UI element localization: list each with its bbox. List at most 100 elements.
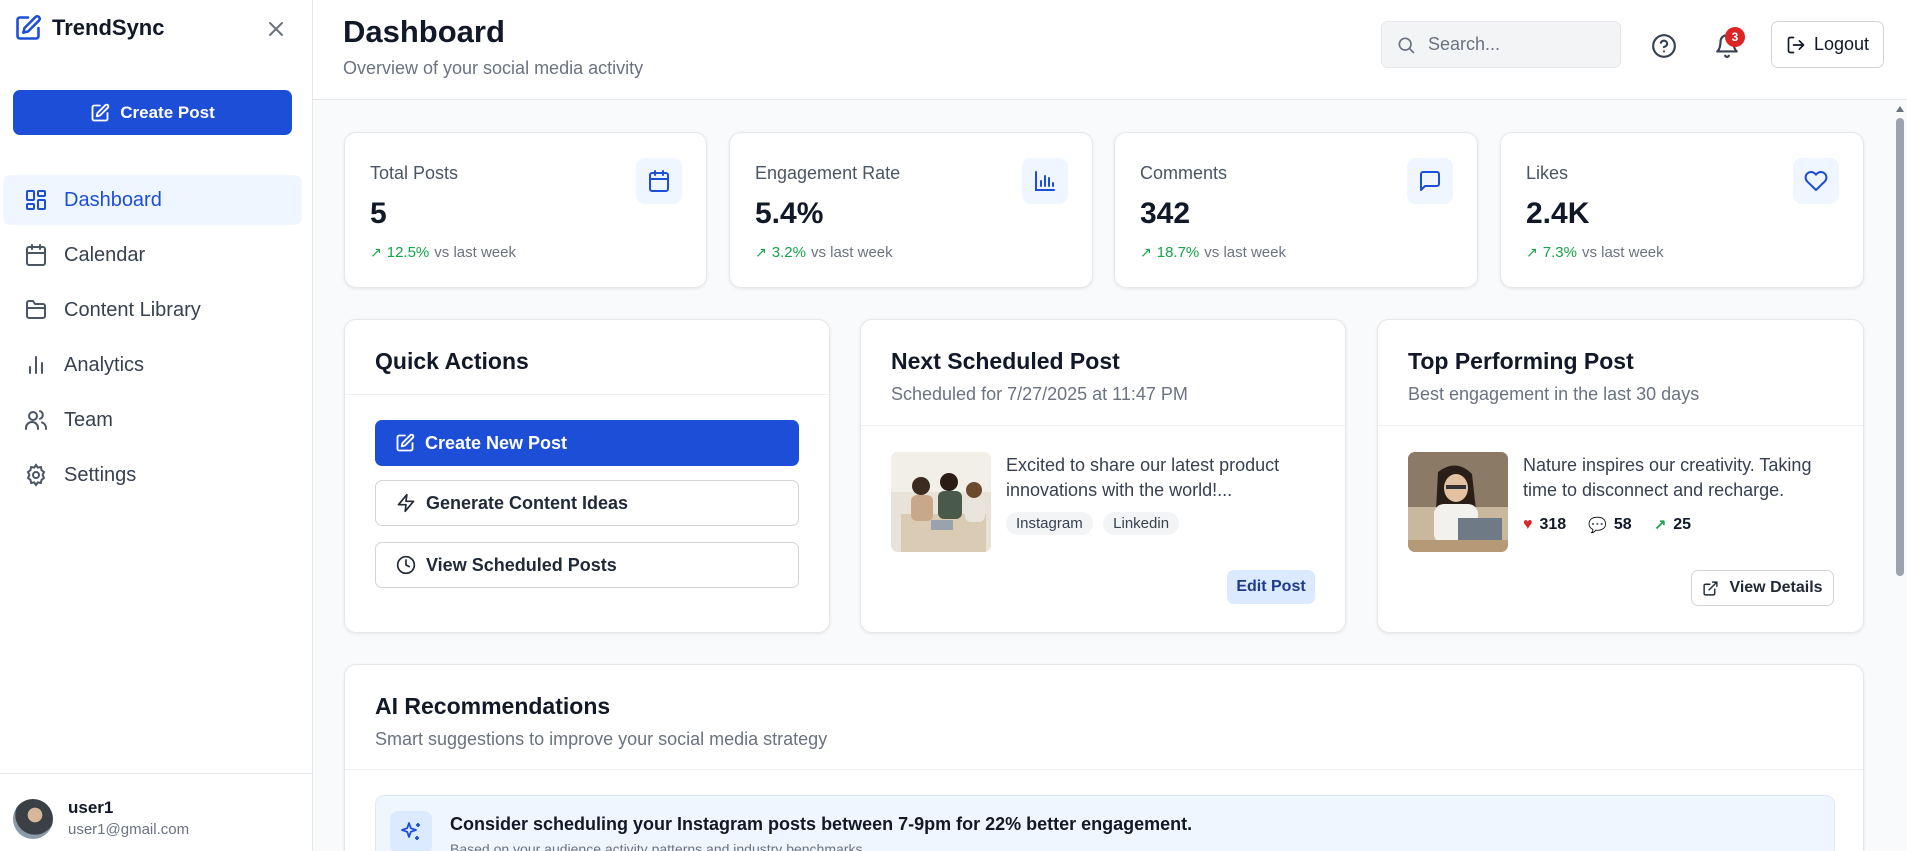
clock-icon bbox=[396, 555, 416, 575]
view-scheduled-posts-button[interactable]: View Scheduled Posts bbox=[375, 542, 799, 588]
edit-square-logo-icon bbox=[16, 15, 41, 40]
stat-change: 12.5% bbox=[386, 244, 430, 261]
sidebar-item-label: Dashboard bbox=[64, 188, 162, 211]
sidebar-item-content-library[interactable]: Content Library bbox=[3, 285, 302, 335]
logout-label: Logout bbox=[1813, 34, 1870, 54]
stat-value: 2.4K bbox=[1526, 197, 1590, 230]
user-name: user1 bbox=[68, 798, 114, 817]
view-details-button[interactable]: View Details bbox=[1691, 570, 1834, 606]
stat-card-comments: Comments 342 ↗ 18.7% vs last week bbox=[1114, 132, 1478, 288]
create-new-post-button[interactable]: Create New Post bbox=[375, 420, 799, 466]
search-icon bbox=[1398, 37, 1415, 53]
create-post-button[interactable]: Create Post bbox=[13, 90, 292, 135]
speech-bubble-icon: 💬 bbox=[1588, 517, 1607, 534]
create-post-label: Create Post bbox=[120, 102, 215, 122]
logout-button[interactable]: Logout bbox=[1771, 21, 1884, 68]
trend-up-icon: ↗ bbox=[1526, 244, 1538, 260]
message-icon bbox=[1420, 171, 1440, 191]
next-scheduled-post-card: Next Scheduled Post Scheduled for 7/27/2… bbox=[860, 319, 1346, 633]
avatar bbox=[13, 799, 53, 839]
recommendation-description: Based on your audience activity patterns… bbox=[450, 841, 863, 851]
external-link-icon bbox=[1703, 580, 1719, 596]
scrollbar[interactable] bbox=[1893, 100, 1907, 851]
stat-icon-box bbox=[1022, 158, 1068, 204]
sidebar-nav: Dashboard Calendar Content Library Analy… bbox=[3, 175, 302, 505]
stat-change: 3.2% bbox=[771, 244, 806, 261]
top-performing-post-card: Top Performing Post Best engagement in t… bbox=[1377, 319, 1864, 633]
post-preview-text: Nature inspires our creativity. Taking t… bbox=[1523, 455, 1812, 500]
sidebar-item-team[interactable]: Team bbox=[3, 395, 302, 445]
divider bbox=[1378, 425, 1863, 426]
likes-metric: ♥ 318 bbox=[1523, 516, 1566, 534]
stat-label: Likes bbox=[1526, 163, 1569, 183]
search-box[interactable] bbox=[1381, 21, 1621, 68]
sidebar-item-dashboard[interactable]: Dashboard bbox=[3, 175, 302, 225]
close-icon[interactable] bbox=[264, 17, 288, 41]
recommendation-item[interactable]: Consider scheduling your Instagram posts… bbox=[375, 795, 1835, 851]
bar-chart-icon bbox=[29, 356, 43, 374]
stat-value: 5.4% bbox=[755, 197, 824, 230]
page-title: Dashboard bbox=[343, 14, 505, 49]
stat-trend: ↗ 18.7% vs last week bbox=[1140, 244, 1286, 261]
comments-count: 58 bbox=[1613, 516, 1632, 533]
button-label: View Scheduled Posts bbox=[426, 554, 617, 575]
sidebar: TrendSync Create Post Dashboard Calendar… bbox=[0, 0, 313, 851]
sidebar-item-settings[interactable]: Settings bbox=[3, 450, 302, 500]
stat-suffix: vs last week bbox=[434, 244, 516, 261]
ai-subtitle: Smart suggestions to improve your social… bbox=[375, 729, 828, 749]
help-icon[interactable] bbox=[1651, 33, 1677, 59]
stat-change: 7.3% bbox=[1542, 244, 1577, 261]
shares-metric: ↗ 25 bbox=[1654, 516, 1691, 534]
quick-actions-card: Quick Actions Create New Post Generate C… bbox=[344, 319, 830, 633]
stat-label: Engagement Rate bbox=[755, 163, 901, 183]
stat-card-engagement-rate: Engagement Rate 5.4% ↗ 3.2% vs last week bbox=[729, 132, 1093, 288]
button-label: Generate Content Ideas bbox=[426, 492, 629, 513]
scrollbar-thumb[interactable] bbox=[1896, 118, 1904, 576]
tag-linkedin: Linkedin bbox=[1103, 512, 1180, 535]
sidebar-item-label: Content Library bbox=[64, 298, 201, 321]
generate-content-ideas-button[interactable]: Generate Content Ideas bbox=[375, 480, 799, 526]
stat-card-total-posts: Total Posts 5 ↗ 12.5% vs last week bbox=[344, 132, 707, 288]
user-email: user1@gmail.com bbox=[68, 821, 190, 838]
scroll-up-arrow-icon[interactable] bbox=[1896, 106, 1904, 112]
stat-icon-box bbox=[1407, 158, 1453, 204]
shares-count: 25 bbox=[1673, 516, 1692, 533]
top-post-title: Top Performing Post bbox=[1408, 348, 1634, 374]
woman-laptop-image bbox=[1408, 452, 1508, 552]
calendar-icon bbox=[649, 170, 669, 192]
users-icon bbox=[25, 410, 47, 430]
user-profile[interactable]: user1 user1@gmail.com bbox=[0, 773, 313, 851]
stat-suffix: vs last week bbox=[1581, 244, 1664, 261]
post-image bbox=[1408, 452, 1508, 552]
search-input[interactable] bbox=[1428, 34, 1598, 55]
brand[interactable]: TrendSync bbox=[14, 14, 164, 42]
stat-value: 342 bbox=[1140, 197, 1191, 230]
post-preview-text: Excited to share our latest product inno… bbox=[1006, 455, 1280, 500]
stat-trend: ↗ 12.5% vs last week bbox=[370, 244, 516, 261]
logout-icon bbox=[1787, 36, 1805, 53]
notification-badge: 3 bbox=[1725, 27, 1745, 47]
team-meeting-image bbox=[891, 452, 991, 552]
sidebar-item-analytics[interactable]: Analytics bbox=[3, 340, 302, 390]
heart-icon: ♥ bbox=[1523, 516, 1533, 533]
stat-label: Comments bbox=[1140, 163, 1228, 183]
sidebar-item-label: Settings bbox=[64, 463, 137, 486]
gear-icon bbox=[26, 463, 46, 487]
top-post-subtitle: Best engagement in the last 30 days bbox=[1408, 384, 1700, 404]
comments-metric: 💬 58 bbox=[1588, 516, 1631, 534]
divider bbox=[861, 425, 1345, 426]
lightning-icon bbox=[397, 493, 415, 513]
rec-icon-box bbox=[390, 811, 432, 851]
stat-value: 5 bbox=[370, 197, 387, 230]
stat-change: 18.7% bbox=[1156, 244, 1200, 261]
edit-post-button[interactable]: Edit Post bbox=[1227, 570, 1315, 604]
stat-trend: ↗ 3.2% vs last week bbox=[755, 244, 893, 261]
sidebar-item-calendar[interactable]: Calendar bbox=[3, 230, 302, 280]
recommendation-title: Consider scheduling your Instagram posts… bbox=[450, 814, 1193, 834]
ai-recommendations-card: AI Recommendations Smart suggestions to … bbox=[344, 664, 1864, 851]
ai-title: AI Recommendations bbox=[375, 693, 611, 719]
post-image bbox=[891, 452, 991, 552]
page-subtitle: Overview of your social media activity bbox=[343, 58, 644, 78]
trend-up-icon: ↗ bbox=[1653, 517, 1667, 534]
calendar-icon bbox=[26, 244, 46, 266]
